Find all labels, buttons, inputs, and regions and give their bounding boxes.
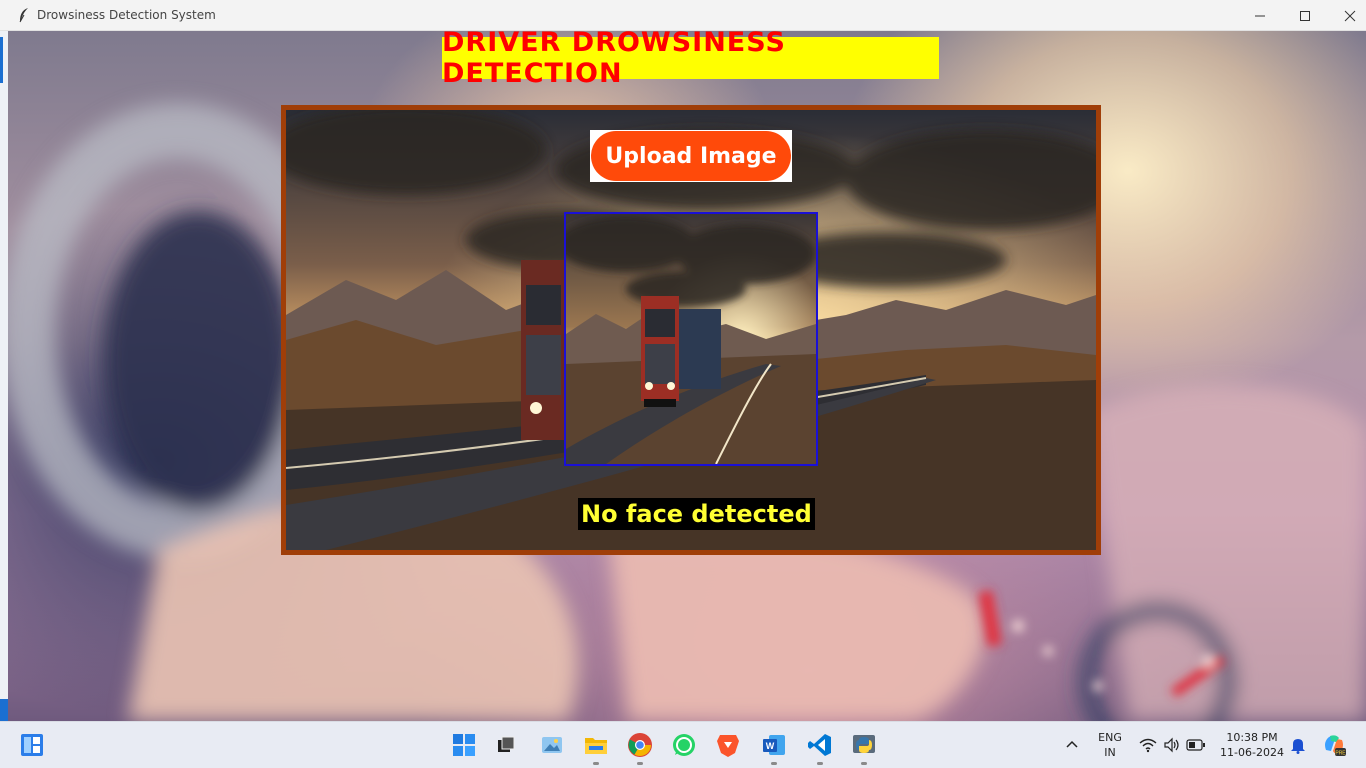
- clock[interactable]: 10:38 PM 11-06-2024: [1216, 730, 1288, 760]
- truck-preview-image: [566, 214, 816, 464]
- chevron-up-icon[interactable]: [1058, 731, 1086, 759]
- close-button[interactable]: [1327, 0, 1366, 31]
- word-icon[interactable]: W: [760, 731, 788, 759]
- desktop: Drowsiness Detection System DRIVER DROWS…: [0, 0, 1366, 768]
- widgets-icon[interactable]: [18, 731, 46, 759]
- brave-icon[interactable]: [714, 731, 742, 759]
- python-icon[interactable]: [850, 731, 878, 759]
- uploaded-image-preview: [564, 212, 818, 466]
- start-icon[interactable]: [450, 731, 478, 759]
- upload-image-button[interactable]: Upload Image: [591, 131, 791, 181]
- photos-icon[interactable]: [538, 731, 566, 759]
- notification-bell-icon[interactable]: [1284, 731, 1312, 759]
- input-language-indicator[interactable]: ENG IN: [1094, 730, 1126, 760]
- vscode-icon[interactable]: [806, 731, 834, 759]
- maximize-button[interactable]: [1282, 0, 1328, 31]
- whatsapp-icon[interactable]: [670, 731, 698, 759]
- main-panel: Upload Image No face detected: [281, 105, 1101, 555]
- battery-icon[interactable]: [1182, 731, 1210, 759]
- truck-left-partial: [521, 260, 566, 440]
- file-explorer-icon[interactable]: [582, 731, 610, 759]
- taskbar: W ENG IN 10:38 PM 11-06-2024 PRE: [0, 721, 1366, 768]
- svg-text:W: W: [766, 741, 775, 751]
- svg-text:PRE: PRE: [1335, 751, 1346, 757]
- tk-feather-icon: [16, 7, 32, 23]
- copilot-icon[interactable]: PRE: [1320, 731, 1348, 759]
- app-heading: DRIVER DROWSINESS DETECTION: [442, 27, 939, 89]
- upload-button-frame: Upload Image: [590, 130, 792, 182]
- minimize-button[interactable]: [1237, 0, 1283, 31]
- task-view-icon[interactable]: [492, 731, 520, 759]
- detection-status-label: No face detected: [578, 498, 815, 530]
- background-window-edge: [0, 31, 8, 721]
- chrome-icon[interactable]: [626, 731, 654, 759]
- window-title: Drowsiness Detection System: [37, 8, 216, 22]
